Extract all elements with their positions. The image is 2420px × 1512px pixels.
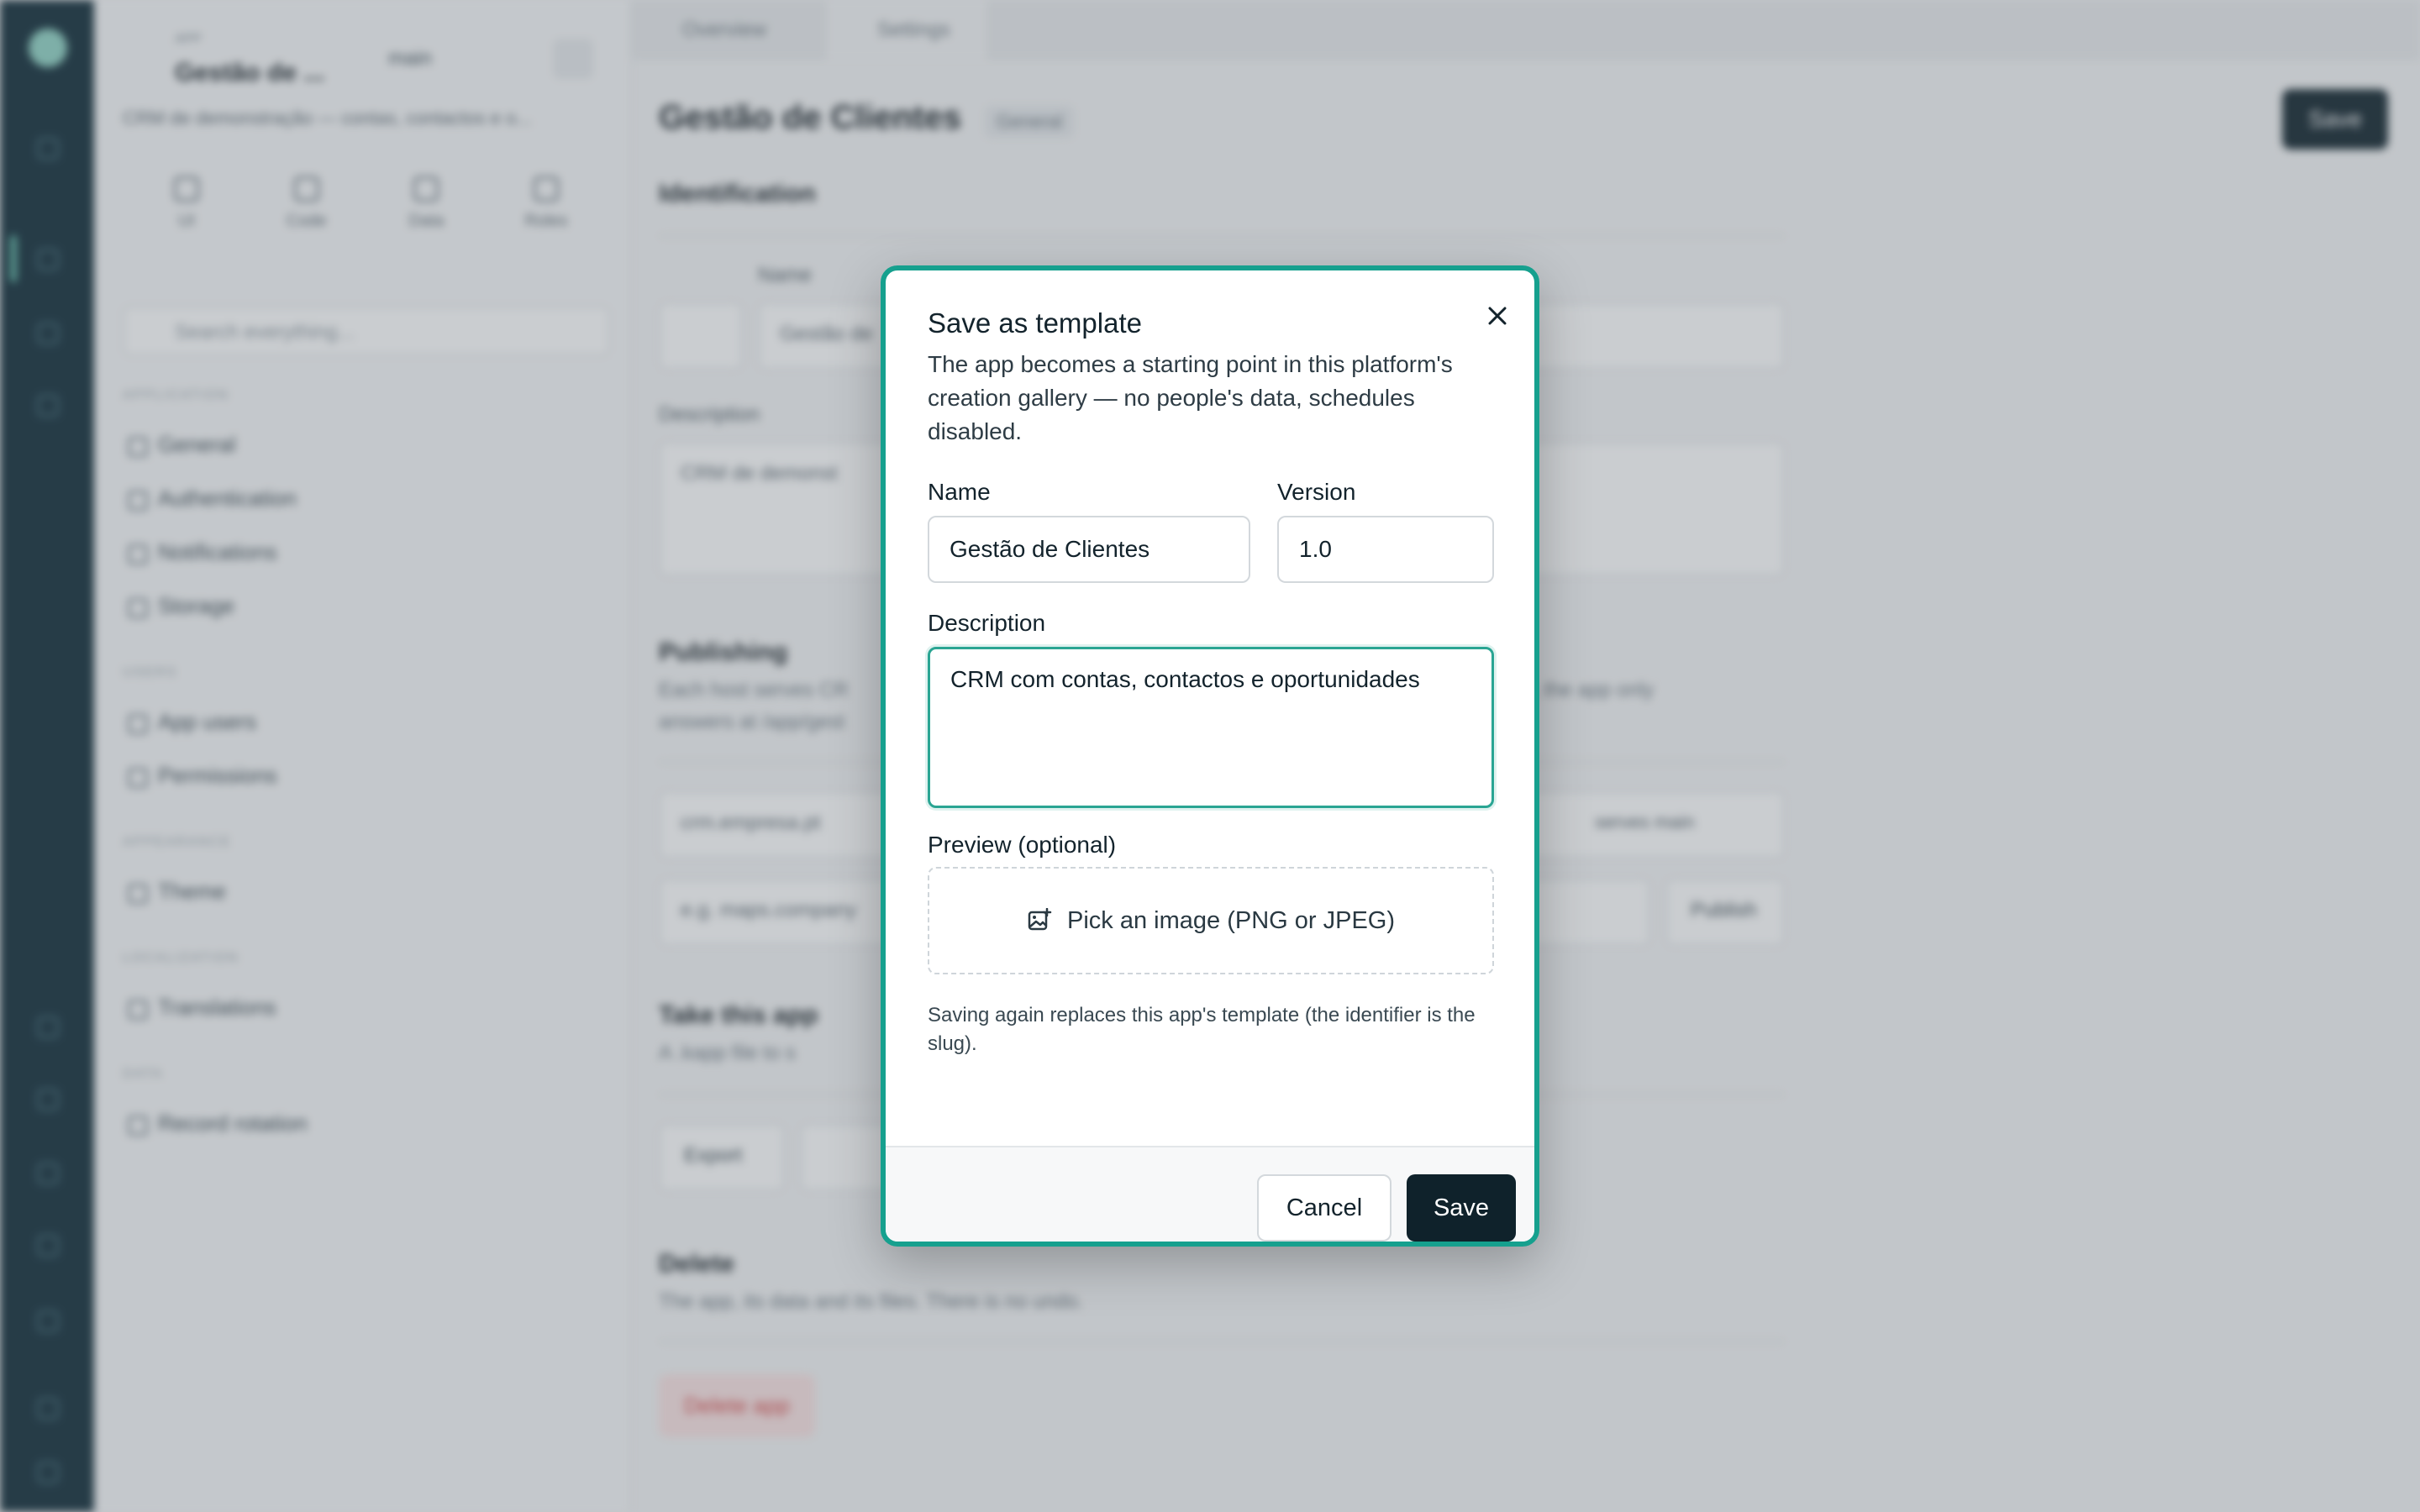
dialog-subtitle: The app becomes a starting point in this…: [928, 351, 1453, 444]
image-add-icon: [1028, 908, 1052, 931]
close-icon: [1488, 307, 1507, 325]
version-input[interactable]: [1277, 516, 1494, 583]
cancel-button[interactable]: Cancel: [1257, 1174, 1392, 1242]
save-button[interactable]: Save: [1407, 1174, 1516, 1242]
preview-button-label: Pick an image (PNG or JPEG): [1067, 906, 1395, 934]
name-label: Name: [928, 479, 991, 505]
preview-image-picker[interactable]: Pick an image (PNG or JPEG): [928, 867, 1494, 974]
dialog-title: Save as template: [928, 307, 1142, 339]
description-label: Description: [928, 610, 1046, 636]
save-as-template-dialog: Save as template The app becomes a start…: [881, 265, 1539, 1247]
template-name-input[interactable]: [928, 516, 1250, 583]
preview-label: Preview (optional): [928, 832, 1117, 858]
dialog-footer: Cancel Save: [886, 1146, 1534, 1242]
version-label: Version: [1277, 479, 1356, 505]
description-textarea[interactable]: CRM com contas, contactos e oportunidade…: [928, 647, 1494, 808]
close-button[interactable]: [1481, 299, 1514, 333]
template-hint: Saving again replaces this app's templat…: [928, 1004, 1476, 1055]
